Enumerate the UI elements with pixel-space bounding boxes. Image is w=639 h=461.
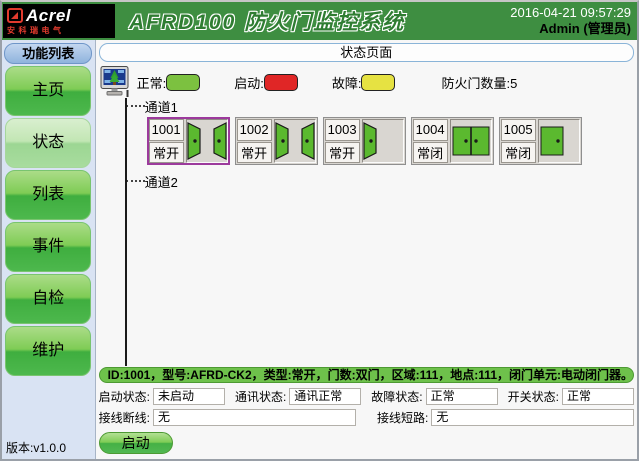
device-tree: 通道1 1001常开1002常开1003常开1004常闭1005常闭 通道2: [99, 98, 634, 366]
status-field-value-0: 未启动: [153, 388, 225, 405]
sidebar-item-event[interactable]: 事件: [5, 222, 91, 272]
wiring-field-value-1: 无: [431, 409, 634, 426]
door-state-icon: [274, 119, 316, 163]
legend-item-1: 启动:: [234, 73, 298, 92]
door-type: 常开: [325, 142, 360, 164]
legend-swatch: [166, 74, 200, 91]
door-id: 1005: [501, 119, 536, 141]
main-panel: 状态页面: [96, 40, 637, 459]
door-state-icon: [186, 119, 228, 163]
door-state-icon: [538, 119, 580, 163]
wiring-field-group-1: 接线短路:无: [377, 409, 634, 426]
door-state-icon: [450, 119, 492, 163]
legend-row: 正常: 启动: 故障: 防火门数量:5: [99, 66, 634, 98]
door-type: 常闭: [501, 142, 536, 164]
wiring-field-label-0: 接线断线:: [99, 409, 150, 426]
status-field-label-2: 故障状态:: [371, 388, 422, 405]
doors-row: 1001常开1002常开1003常开1004常闭1005常闭: [147, 117, 634, 165]
door-card-1002[interactable]: 1002常开: [235, 117, 318, 165]
version-label: 版本:v1.0.0: [6, 439, 66, 456]
legend-items: 正常: 启动: 故障:: [131, 73, 430, 92]
computer-icon[interactable]: [99, 66, 131, 98]
sidebar-item-status[interactable]: 状态: [5, 118, 91, 168]
door-type: 常开: [237, 142, 272, 164]
door-summary-bar: ID:1001，型号:AFRD-CK2，类型:常开，门数:双门，区域:111，地…: [99, 367, 634, 383]
sidebar-item-list[interactable]: 列表: [5, 170, 91, 220]
door-type: 常开: [149, 142, 184, 164]
legend-label: 正常:: [137, 73, 167, 92]
door-card-1003[interactable]: 1003常开: [323, 117, 406, 165]
status-field-value-1: 通讯正常: [289, 388, 361, 405]
tree-node-channel2[interactable]: 通道2: [99, 173, 634, 189]
legend-swatch: [264, 74, 298, 91]
header: Acrel 安科瑞电气 AFRD100 防火门监控系统 2016-04-21 0…: [2, 2, 637, 40]
page-title: 状态页面: [99, 43, 634, 62]
sidebar-buttons: 主页状态列表事件自检维护: [5, 64, 91, 376]
status-fields-row2: 接线断线:无接线短路:无: [99, 409, 634, 426]
tree-connector: [126, 105, 145, 107]
sidebar-item-selfcheck[interactable]: 自检: [5, 274, 91, 324]
door-type: 常闭: [413, 142, 448, 164]
legend-item-2: 故障:: [332, 73, 396, 92]
app-window: Acrel 安科瑞电气 AFRD100 防火门监控系统 2016-04-21 0…: [0, 0, 639, 461]
status-field-label-3: 开关状态:: [508, 388, 559, 405]
legend-swatch: [361, 74, 395, 91]
status-field-group-2: 故障状态:正常: [371, 388, 497, 405]
acrel-logo-icon: [7, 8, 23, 23]
tree-node-channel1[interactable]: 通道1: [99, 98, 634, 114]
brand-subtitle: 安科瑞电气: [7, 25, 109, 36]
door-id: 1003: [325, 119, 360, 141]
door-state-icon: [362, 119, 404, 163]
wiring-field-group-0: 接线断线:无: [99, 409, 356, 426]
sidebar-item-maintain[interactable]: 维护: [5, 326, 91, 376]
sidebar-item-home[interactable]: 主页: [5, 66, 91, 116]
acrel-logo: Acrel 安科瑞电气: [3, 4, 115, 38]
door-card-1001[interactable]: 1001常开: [147, 117, 230, 165]
wiring-field-value-0: 无: [153, 409, 356, 426]
status-field-value-2: 正常: [426, 388, 498, 405]
door-card-1005[interactable]: 1005常闭: [499, 117, 582, 165]
status-field-value-3: 正常: [562, 388, 634, 405]
legend-label: 故障:: [332, 73, 362, 92]
wiring-field-label-1: 接线短路:: [377, 409, 428, 426]
status-field-group-0: 启动状态:未启动: [99, 388, 225, 405]
status-field-group-3: 开关状态:正常: [508, 388, 634, 405]
door-id: 1004: [413, 119, 448, 141]
status-fields-row1: 启动状态:未启动通讯状态:通讯正常故障状态:正常开关状态:正常: [99, 388, 634, 405]
app-title: AFRD100 防火门监控系统: [129, 6, 405, 36]
sidebar-title: 功能列表: [4, 43, 92, 64]
user-label: Admin (管理员): [510, 21, 631, 37]
door-card-1004[interactable]: 1004常闭: [411, 117, 494, 165]
legend-label: 启动:: [234, 73, 264, 92]
door-count-label: 防火门数量:5: [441, 73, 517, 92]
brand-name: Acrel: [26, 7, 71, 24]
tree-connector: [126, 180, 145, 182]
door-id: 1001: [149, 119, 184, 141]
status-field-label-0: 启动状态:: [99, 388, 150, 405]
sidebar: 功能列表 主页状态列表事件自检维护 版本:v1.0.0: [2, 40, 96, 459]
datetime-label: 2016-04-21 09:57:29: [510, 5, 631, 21]
status-field-group-1: 通讯状态:通讯正常: [235, 388, 361, 405]
legend-item-0: 正常:: [137, 73, 201, 92]
start-button[interactable]: 启动: [99, 432, 173, 454]
status-field-label-1: 通讯状态:: [235, 388, 286, 405]
door-id: 1002: [237, 119, 272, 141]
